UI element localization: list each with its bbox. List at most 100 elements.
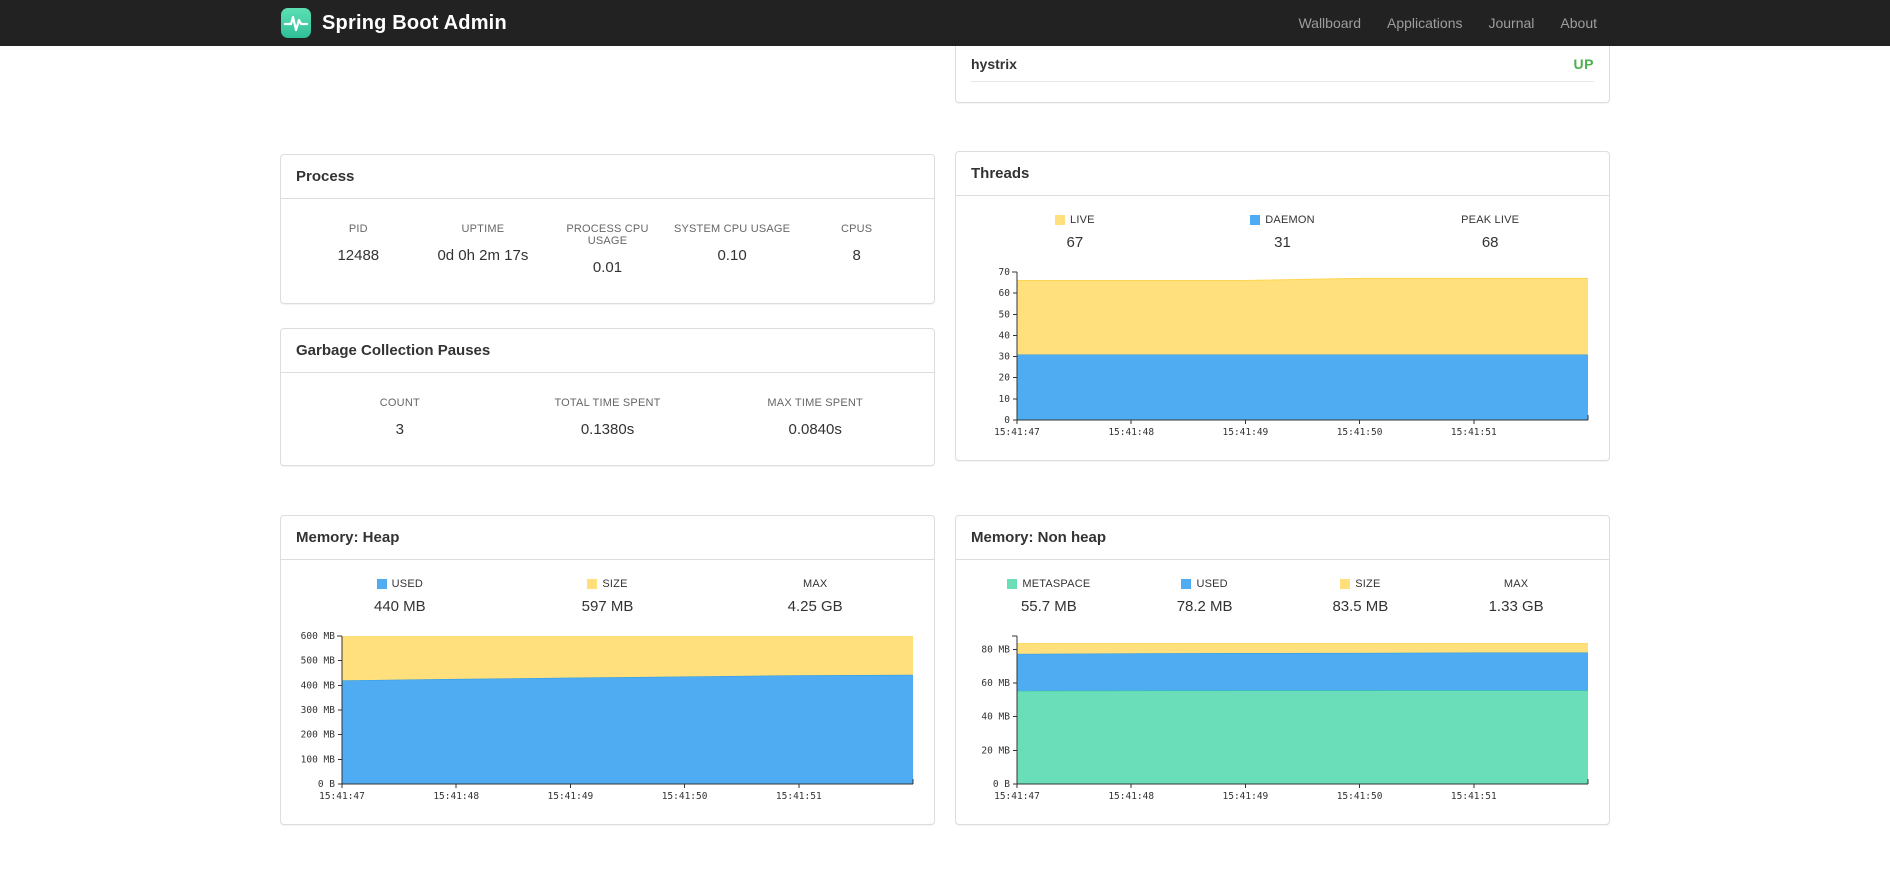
svg-text:15:41:47: 15:41:47 — [319, 791, 365, 802]
legend-label: LIVE — [971, 214, 1179, 226]
metric-value: 0.01 — [592, 259, 623, 276]
legend-value: 597 MB — [581, 598, 634, 615]
gc-panel-body: COUNT 3 TOTAL TIME SPENT 0.1380s MAX TIME SP… — [281, 373, 934, 465]
metric-count: COUNT 3 — [296, 397, 504, 441]
svg-text:15:41:49: 15:41:49 — [1223, 427, 1269, 438]
nonheap-cell: Memory: Non heap METASPACE 55.7 MB USED 78.… — [955, 515, 1610, 825]
nav-link-journal[interactable]: Journal — [1475, 0, 1547, 46]
gc-metrics-row: COUNT 3 TOTAL TIME SPENT 0.1380s MAX TIME SP… — [296, 397, 919, 441]
nonheap-chart-svg: 0 B 20 MB 40 MB 60 MB 80 MB 15:41:47 15:41:48 1… — [981, 635, 1589, 802]
metric-label: PID — [348, 223, 368, 235]
legend-item-size: SIZE 83.5 MB — [1283, 578, 1439, 618]
pulse-logo-icon — [280, 7, 312, 39]
health-panel-fragment: hystrix UP — [955, 46, 1610, 103]
nonheap-legend: METASPACE 55.7 MB USED 78.2 MB SIZE 83.5 MB MA… — [971, 578, 1594, 618]
svg-text:15:41:48: 15:41:48 — [1108, 791, 1154, 802]
metric-system-cpu-usage: SYSTEM CPU USAGE 0.10 — [670, 223, 795, 279]
panel-title: Memory: Non heap — [956, 516, 1609, 560]
nonheap-area-used — [1017, 652, 1588, 691]
health-item-name: hystrix — [971, 56, 1017, 72]
metric-value: 3 — [395, 421, 404, 438]
svg-text:15:41:50: 15:41:50 — [1337, 427, 1383, 438]
svg-text:50: 50 — [999, 309, 1011, 320]
legend-value: 440 MB — [373, 598, 426, 615]
metric-value: 12488 — [337, 247, 380, 264]
legend-swatch-icon — [1250, 215, 1261, 225]
nav-link-wallboard[interactable]: Wallboard — [1285, 0, 1374, 46]
svg-text:15:41:49: 15:41:49 — [548, 791, 594, 802]
legend-value: 83.5 MB — [1332, 598, 1389, 615]
legend-label: SIZE — [504, 578, 712, 590]
process-panel-body: PID 12488 UPTIME 0d 0h 2m 17s PROCESS CPU US… — [281, 199, 934, 303]
svg-text:60 MB: 60 MB — [981, 678, 1010, 689]
legend-item-used: USED 440 MB — [296, 578, 504, 618]
legend-label: MAX — [802, 578, 828, 590]
threads-area-daemon — [1017, 354, 1588, 420]
legend-swatch-icon — [1340, 579, 1351, 589]
svg-text:15:41:51: 15:41:51 — [1451, 427, 1497, 438]
legend-value: 31 — [1274, 234, 1291, 251]
heap-cell: Memory: Heap USED 440 MB SIZE 597 MB MAX 4.25… — [280, 515, 935, 825]
process-panel: Process PID 12488 UPTIME 0d 0h 2m 17s PROCES… — [280, 154, 935, 304]
svg-text:10: 10 — [999, 394, 1011, 405]
legend-swatch-icon — [1055, 215, 1065, 225]
metric-value: 0.0840s — [788, 421, 842, 438]
legend-item-size: SIZE 597 MB — [504, 578, 712, 618]
threads-chart: 0 10 20 30 40 50 60 70 15:41:47 15:41:48 15:41:49 1… — [971, 264, 1594, 442]
metric-process-cpu-usage: PROCESS CPU USAGE 0.01 — [545, 223, 670, 279]
metric-label: CPUS — [840, 223, 873, 235]
legend-label: MAX — [1503, 578, 1529, 590]
metric-label: UPTIME — [461, 223, 505, 235]
legend-label: DAEMON — [1179, 214, 1387, 226]
panel-title: Garbage Collection Pauses — [281, 329, 934, 373]
nonheap-panel: Memory: Non heap METASPACE 55.7 MB USED 78.… — [955, 515, 1610, 825]
legend-item-max: MAX 1.33 GB — [1438, 578, 1594, 618]
svg-text:80 MB: 80 MB — [981, 644, 1010, 655]
metric-label: PROCESS CPU USAGE — [566, 223, 649, 247]
legend-value: 67 — [1066, 234, 1084, 251]
threads-legend: LIVE 67 DAEMON 31 PEAK LIVE 68 — [971, 214, 1594, 254]
heap-chart-svg: 0 B 100 MB 200 MB 300 MB 400 MB 500 MB 600 MB 1… — [301, 631, 914, 802]
svg-text:600 MB: 600 MB — [301, 631, 336, 642]
svg-text:40: 40 — [999, 330, 1011, 341]
health-panel-body: hystrix UP — [956, 46, 1609, 102]
svg-text:15:41:47: 15:41:47 — [994, 791, 1040, 802]
legend-swatch-icon — [1007, 579, 1018, 589]
legend-value: 55.7 MB — [1020, 598, 1077, 615]
health-row-hystrix: hystrix UP — [971, 46, 1594, 82]
metric-pid: PID 12488 — [296, 223, 421, 279]
nonheap-area-metaspace — [1017, 690, 1588, 784]
svg-text:15:41:50: 15:41:50 — [662, 791, 708, 802]
svg-text:200 MB: 200 MB — [301, 730, 336, 741]
status-badge: UP — [1573, 56, 1594, 72]
brand-title: Spring Boot Admin — [322, 11, 507, 34]
metric-value: 8 — [852, 247, 861, 264]
legend-item-metaspace: METASPACE 55.7 MB — [971, 578, 1127, 618]
heap-legend: USED 440 MB SIZE 597 MB MAX 4.25 GB — [296, 578, 919, 618]
svg-text:15:41:51: 15:41:51 — [1451, 791, 1497, 802]
metric-uptime: UPTIME 0d 0h 2m 17s — [421, 223, 546, 279]
svg-text:15:41:48: 15:41:48 — [433, 791, 479, 802]
navbar-inner: Spring Boot Admin Wallboard Applications J… — [265, 0, 1625, 46]
metric-label: COUNT — [379, 397, 420, 409]
legend-value: 78.2 MB — [1176, 598, 1233, 615]
legend-label: PEAK LIVE — [1461, 214, 1520, 226]
metric-max-time-spent: MAX TIME SPENT 0.0840s — [711, 397, 919, 441]
nav-link-applications[interactable]: Applications — [1374, 0, 1476, 46]
nav-link-about[interactable]: About — [1547, 0, 1610, 46]
svg-text:70: 70 — [999, 267, 1011, 278]
legend-item-daemon: DAEMON 31 — [1179, 214, 1387, 254]
metric-cpus: CPUS 8 — [794, 223, 919, 279]
metric-total-time-spent: TOTAL TIME SPENT 0.1380s — [504, 397, 712, 441]
threads-area-live — [1017, 278, 1588, 355]
svg-text:15:41:47: 15:41:47 — [994, 427, 1040, 438]
nav-links: Wallboard Applications Journal About — [1285, 0, 1610, 46]
right-column: hystrix UP Threads LIVE 67 DAEMON 31 PEAK LI… — [955, 46, 1610, 461]
svg-text:40 MB: 40 MB — [981, 712, 1010, 723]
legend-label: METASPACE — [971, 578, 1127, 590]
svg-text:0: 0 — [1004, 415, 1010, 426]
metric-label: TOTAL TIME SPENT — [554, 397, 661, 409]
brand-link[interactable]: Spring Boot Admin — [280, 7, 507, 39]
legend-label: SIZE — [1283, 578, 1439, 590]
legend-swatch-icon — [587, 579, 598, 589]
